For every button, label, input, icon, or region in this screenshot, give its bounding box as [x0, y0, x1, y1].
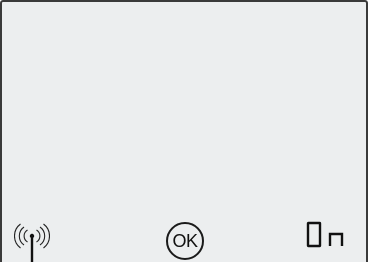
ok-button-label: OK — [172, 231, 198, 251]
wireless-signal-icon — [14, 223, 50, 262]
ok-button[interactable]: OK — [166, 222, 204, 260]
device-display: OK On — [0, 0, 368, 262]
status-readout: On — [304, 220, 360, 250]
segment-digit-n — [328, 232, 344, 246]
seven-segment-display — [306, 221, 344, 248]
segment-digit-o — [306, 221, 322, 248]
